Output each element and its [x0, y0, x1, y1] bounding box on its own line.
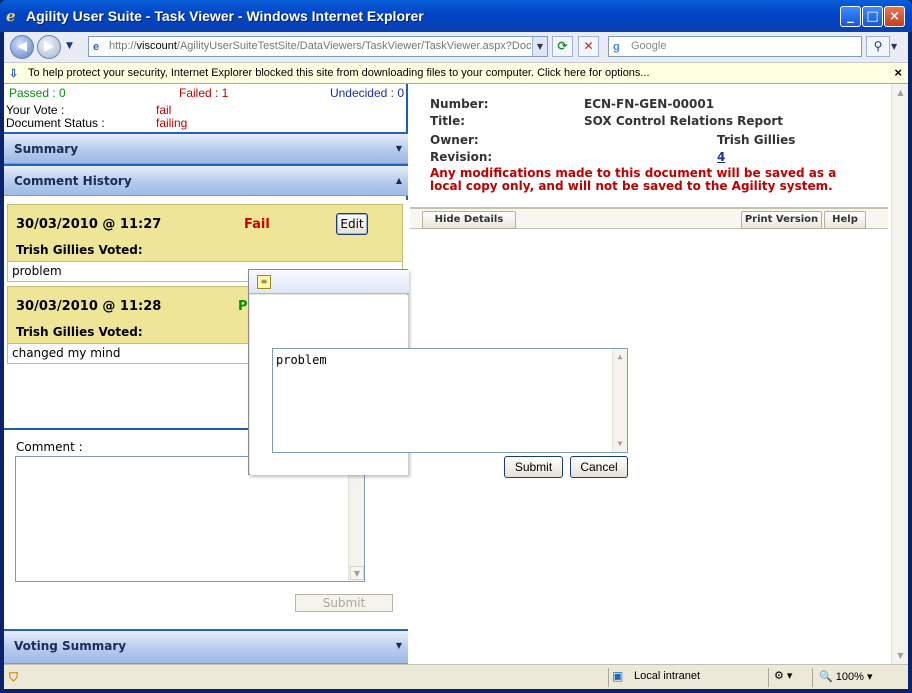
status-bar: ⛉ ▣ Local intranet ⚙ ▾ 🔍 100% ▾	[4, 664, 908, 689]
address-bar[interactable]: e http://viscount/AgilityUserSuiteTestSit…	[88, 36, 548, 57]
google-icon: g	[613, 41, 620, 53]
title-value: SOX Control Relations Report	[584, 114, 784, 128]
refresh-icon[interactable]: ⟳	[552, 36, 573, 57]
entry-date: 30/03/2010 @ 11:27	[16, 217, 162, 232]
document-status-value: failing	[156, 116, 188, 130]
edit-comment-text[interactable]: problem	[276, 353, 327, 367]
scroll-down-icon[interactable]: ▼	[613, 437, 627, 451]
document-scrollbar[interactable]: ▲ ▼	[891, 84, 908, 664]
chevron-up-icon: ▲	[395, 176, 402, 185]
status-divider	[768, 668, 769, 687]
document-status-row: Document Status : failing	[6, 116, 187, 130]
your-vote-value: fail	[156, 103, 172, 117]
ie-logo-icon: ℯ	[6, 7, 16, 25]
scroll-up-icon[interactable]: ▲	[613, 350, 627, 364]
search-placeholder: Google	[631, 40, 667, 52]
download-blocked-icon: ⇩	[9, 68, 19, 80]
dialog-submit-button[interactable]: Submit	[504, 456, 563, 478]
entry-voter: Trish Gillies Voted:	[16, 325, 143, 339]
maximize-button[interactable]: □	[862, 6, 883, 27]
window-title: Agility User Suite - Task Viewer - Windo…	[26, 8, 424, 24]
status-divider	[812, 668, 813, 687]
print-version-button[interactable]: Print Version	[741, 211, 822, 229]
back-button[interactable]: ◀	[10, 35, 34, 59]
undecided-count: Undecided : 0	[329, 86, 404, 100]
dialog-titlebar[interactable]: ≡	[249, 270, 409, 294]
entry-date: 30/03/2010 @ 11:28	[16, 299, 162, 314]
security-zone[interactable]: Local intranet	[634, 670, 700, 682]
revision-link[interactable]: 4	[717, 150, 725, 164]
your-vote-label: Your Vote :	[6, 103, 65, 117]
comment-label: Comment :	[16, 440, 83, 454]
search-options-dropdown-icon[interactable]: ▼	[891, 42, 897, 51]
document-toolbar: Hide Details Print Version Help	[410, 207, 888, 229]
minimize-button[interactable]: _	[840, 6, 861, 27]
comment-scrollbar[interactable]: ▼	[348, 457, 364, 581]
document-status-label: Document Status :	[6, 116, 105, 130]
close-window-button[interactable]: ×	[884, 6, 905, 27]
address-dropdown-icon[interactable]: ▼	[532, 37, 547, 56]
information-bar[interactable]: ⇩ To help protect your security, Interne…	[4, 62, 908, 84]
entry-status: Fail	[244, 217, 270, 232]
hide-details-button[interactable]: Hide Details	[422, 211, 516, 229]
address-path: /AgilityUserSuiteTestSite/DataViewers/Ta…	[176, 40, 532, 52]
address-host: viscount	[136, 40, 177, 52]
search-input[interactable]: g Google	[608, 36, 862, 57]
navigation-bar: ◀ ▶ ▼ e http://viscount/AgilityUserSuiteT…	[4, 32, 908, 62]
browser-frame: ◀ ▶ ▼ e http://viscount/AgilityUserSuiteT…	[4, 32, 908, 689]
window-titlebar: ℯ Agility User Suite - Task Viewer - Win…	[0, 0, 912, 32]
search-icon[interactable]: ⚲	[866, 36, 890, 57]
scroll-down-icon[interactable]: ▼	[893, 648, 908, 663]
comment-submit-button[interactable]: Submit	[295, 594, 393, 612]
zoom-value[interactable]: 100%	[836, 671, 864, 683]
intranet-icon: ▣	[612, 669, 624, 683]
number-label: Number:	[430, 97, 489, 111]
owner-value: Trish Gillies	[717, 133, 796, 147]
voting-summary-section-title: Voting Summary	[14, 639, 127, 653]
help-button[interactable]: Help	[824, 211, 866, 229]
chevron-down-icon: ▼	[395, 641, 402, 650]
infobar-close-icon[interactable]: ×	[894, 63, 902, 83]
summary-section-title: Summary	[14, 142, 79, 156]
history-dropdown-icon[interactable]: ▼	[66, 41, 73, 51]
voting-summary-section-header[interactable]: Voting Summary ▼	[4, 629, 408, 664]
zoom-level[interactable]: 🔍 100% ▾	[819, 670, 872, 683]
number-value: ECN-FN-GEN-00001	[584, 97, 715, 111]
forward-button[interactable]: ▶	[37, 35, 61, 59]
revision-label: Revision:	[430, 150, 493, 164]
entry-status: P	[238, 299, 248, 314]
title-label: Title:	[430, 114, 466, 128]
summary-section-header[interactable]: Summary ▼	[4, 132, 408, 164]
page-icon: e	[93, 41, 100, 53]
edit-textarea-scrollbar[interactable]: ▲ ▼	[612, 349, 627, 452]
protected-mode-icon[interactable]: ⚙ ▾	[774, 669, 792, 682]
comment-history-section-title: Comment History	[14, 174, 132, 188]
comment-history-section-header[interactable]: Comment History ▲	[4, 164, 408, 196]
passed-count: Passed : 0	[9, 86, 66, 100]
local-copy-warning: Any modifications made to this document …	[430, 166, 837, 193]
note-icon: ≡	[257, 275, 271, 289]
edit-button[interactable]: Edit	[336, 213, 368, 235]
edit-comment-textarea[interactable]: problem ▲ ▼	[272, 348, 628, 453]
chevron-down-icon: ▼	[395, 144, 402, 153]
scroll-down-icon[interactable]: ▼	[350, 566, 364, 580]
infobar-message[interactable]: To help protect your security, Internet …	[28, 67, 650, 79]
owner-label: Owner:	[430, 133, 479, 147]
failed-count: Failed : 1	[179, 86, 229, 100]
scroll-up-icon[interactable]: ▲	[893, 85, 908, 100]
your-vote-row: Your Vote : fail	[6, 103, 171, 117]
status-divider	[608, 668, 609, 687]
stop-icon[interactable]: ✕	[578, 36, 599, 57]
address-prefix: http://	[109, 40, 137, 52]
page-content: Passed : 0 Failed : 1 Undecided : 0 Your…	[4, 84, 908, 664]
vote-counts: Passed : 0 Failed : 1 Undecided : 0	[4, 86, 408, 102]
security-shield-icon: ⛉	[9, 670, 19, 684]
dialog-cancel-button[interactable]: Cancel	[570, 456, 628, 478]
entry-voter: Trish Gillies Voted:	[16, 243, 143, 257]
